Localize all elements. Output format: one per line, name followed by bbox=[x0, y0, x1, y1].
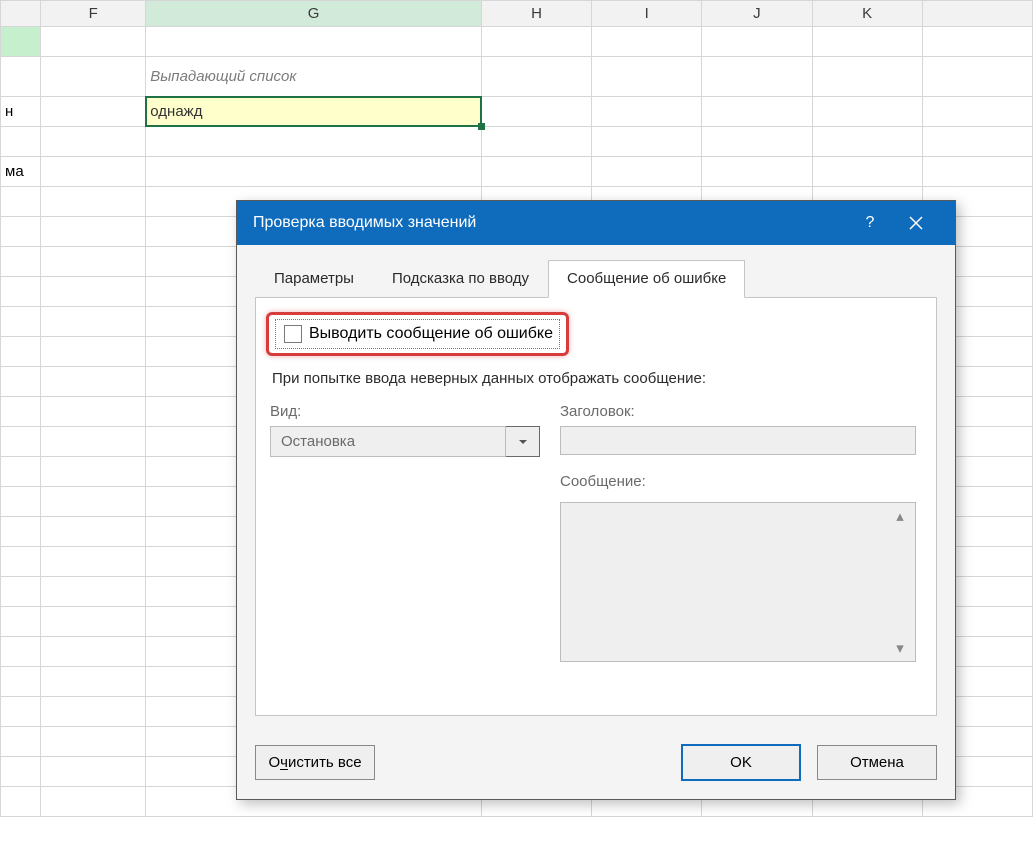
cancel-button[interactable]: Отмена bbox=[817, 745, 937, 780]
kind-select-value: Остановка bbox=[270, 426, 506, 457]
cell-partial-r6[interactable]: ма bbox=[1, 157, 41, 187]
error-subtitle-text: При попытке ввода неверных данных отобра… bbox=[270, 368, 916, 395]
column-header-row: F G H I J K bbox=[1, 1, 1033, 27]
column-header-h[interactable]: H bbox=[481, 1, 591, 27]
column-header-i[interactable]: I bbox=[592, 1, 702, 27]
dialog-titlebar[interactable]: Проверка вводимых значений ? bbox=[237, 201, 955, 245]
kind-label: Вид: bbox=[270, 403, 540, 420]
show-error-checkbox-label[interactable]: Выводить сообщение об ошибке bbox=[275, 319, 560, 349]
dialog-title-text: Проверка вводимых значений bbox=[253, 214, 476, 232]
scroll-up-icon[interactable]: ▴ bbox=[891, 507, 909, 525]
message-label: Сообщение: bbox=[560, 473, 916, 490]
help-icon: ? bbox=[866, 214, 875, 232]
kind-select[interactable]: Остановка bbox=[270, 426, 540, 457]
scroll-down-icon[interactable]: ▾ bbox=[891, 639, 909, 657]
kind-select-button[interactable] bbox=[506, 426, 540, 457]
cell-g4-value: однажд bbox=[150, 103, 202, 120]
tab-input-hint[interactable]: Подсказка по вводу bbox=[373, 260, 548, 298]
column-header-f[interactable]: F bbox=[41, 1, 146, 27]
cell-g3-note[interactable]: Выпадающий список bbox=[146, 57, 482, 97]
tab-parameters[interactable]: Параметры bbox=[255, 260, 373, 298]
tab-error-message[interactable]: Сообщение об ошибке bbox=[548, 260, 745, 298]
error-message-textarea[interactable]: ▴ ▾ bbox=[560, 502, 916, 662]
data-validation-dialog: Проверка вводимых значений ? Параметры П… bbox=[236, 200, 956, 800]
tab-strip: Параметры Подсказка по вводу Сообщение о… bbox=[255, 259, 937, 298]
close-button[interactable] bbox=[893, 201, 939, 245]
fill-handle[interactable] bbox=[478, 123, 485, 130]
highlight-frame: Выводить сообщение об ошибке bbox=[266, 312, 569, 356]
error-title-input[interactable] bbox=[560, 426, 916, 455]
column-header-g[interactable]: G bbox=[146, 1, 482, 27]
column-header-k[interactable]: K bbox=[812, 1, 922, 27]
ok-button[interactable]: OK bbox=[681, 744, 801, 781]
column-header-j[interactable]: J bbox=[702, 1, 812, 27]
chevron-down-icon bbox=[518, 437, 528, 447]
column-header-partial[interactable] bbox=[1, 1, 41, 27]
cell-partial-r2[interactable] bbox=[1, 27, 41, 57]
show-error-text: Выводить сообщение об ошибке bbox=[309, 325, 553, 343]
title-label: Заголовок: bbox=[560, 403, 916, 420]
tab-content-error: Выводить сообщение об ошибке При попытке… bbox=[255, 298, 937, 716]
clear-all-button[interactable]: Очистить все bbox=[255, 745, 375, 780]
help-button[interactable]: ? bbox=[847, 201, 893, 245]
cell-g4-selected[interactable]: однажд bbox=[146, 97, 482, 127]
dialog-footer: Очистить все OK Отмена bbox=[237, 730, 955, 799]
show-error-checkbox[interactable] bbox=[284, 325, 302, 343]
cell-partial-r4[interactable]: н bbox=[1, 97, 41, 127]
close-icon bbox=[909, 216, 923, 230]
